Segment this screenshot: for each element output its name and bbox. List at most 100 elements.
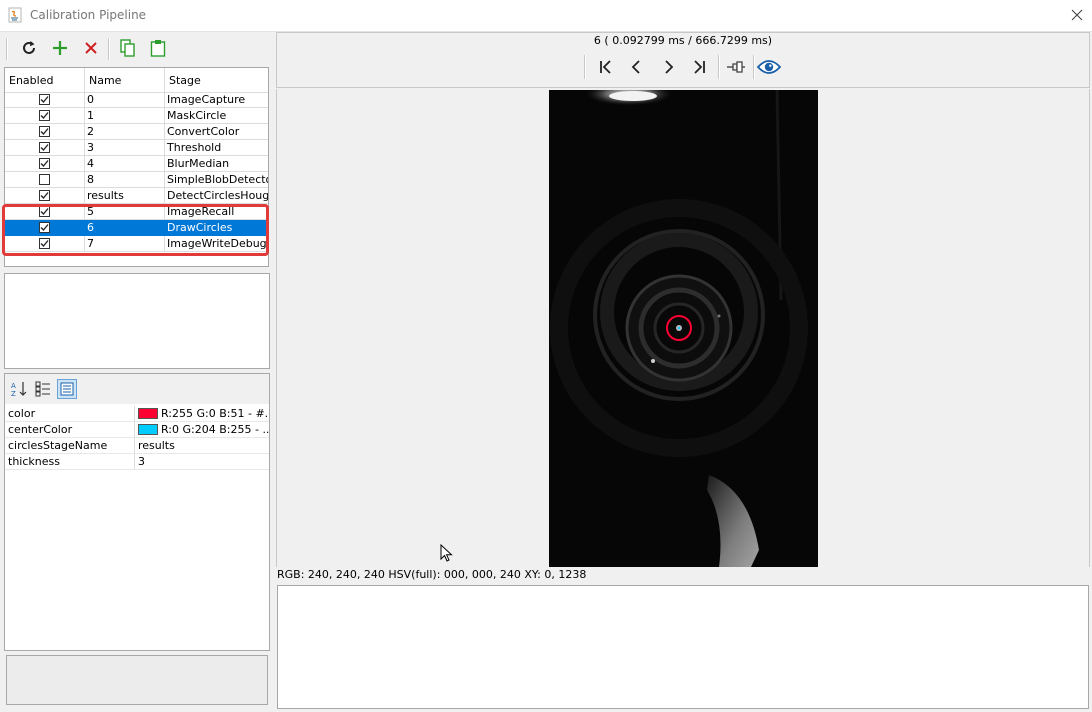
property-row[interactable]: circlesStageName results xyxy=(5,438,269,454)
skip-last-icon xyxy=(694,60,705,74)
title-bar: Calibration Pipeline xyxy=(0,0,1092,32)
sort-alphabetical-button[interactable]: A Z xyxy=(9,379,29,399)
table-row[interactable]: 1 MaskCircle xyxy=(5,108,268,124)
name-cell[interactable]: 2 xyxy=(85,124,165,140)
first-frame-button[interactable] xyxy=(594,55,618,79)
enabled-checkbox[interactable] xyxy=(39,174,50,185)
stage-output-image[interactable] xyxy=(549,90,818,567)
window-title: Calibration Pipeline xyxy=(30,8,147,22)
table-row[interactable]: 2 ConvertColor xyxy=(5,124,268,140)
mouse-cursor xyxy=(440,543,454,567)
stage-cell[interactable]: MaskCircle xyxy=(165,108,268,124)
property-pages-icon xyxy=(60,382,74,396)
stage-cell[interactable]: SimpleBlobDetector xyxy=(165,172,268,188)
svg-text:Z: Z xyxy=(11,390,16,398)
enabled-checkbox[interactable] xyxy=(39,158,50,169)
chevron-right-icon xyxy=(665,60,674,74)
toolbar-separator xyxy=(753,55,755,79)
name-cell[interactable]: results xyxy=(85,188,165,204)
property-value[interactable]: results xyxy=(135,438,269,454)
highlight-annotation xyxy=(2,204,269,256)
chevron-left-icon xyxy=(631,60,640,74)
table-row[interactable]: 4 BlurMedian xyxy=(5,156,268,172)
toolbar-grip xyxy=(584,55,586,79)
table-row[interactable]: 8 SimpleBlobDetector xyxy=(5,172,268,188)
table-row[interactable]: 3 Threshold xyxy=(5,140,268,156)
sort-az-icon: A Z xyxy=(11,382,27,398)
last-frame-button[interactable] xyxy=(687,55,711,79)
stage-description-panel xyxy=(4,273,270,369)
name-cell[interactable]: 3 xyxy=(85,140,165,156)
close-icon xyxy=(1071,9,1083,21)
add-stage-button[interactable] xyxy=(49,37,71,59)
java-app-icon xyxy=(8,7,22,23)
enabled-checkbox[interactable] xyxy=(39,110,50,121)
property-value-text: R:0 G:204 B:255 - ... xyxy=(161,423,269,436)
property-value[interactable]: R:0 G:204 B:255 - ... xyxy=(135,422,269,438)
close-window-button[interactable] xyxy=(1064,2,1090,28)
enabled-cell[interactable] xyxy=(5,172,85,188)
property-help-panel xyxy=(6,655,268,705)
enabled-cell[interactable] xyxy=(5,92,85,108)
stage-cell[interactable]: Threshold xyxy=(165,140,268,156)
enabled-cell[interactable] xyxy=(5,108,85,124)
properties-toolbar: A Z xyxy=(5,374,269,404)
remove-stage-button[interactable] xyxy=(80,37,102,59)
enabled-cell[interactable] xyxy=(5,124,85,140)
color-swatch[interactable] xyxy=(138,408,158,419)
table-row[interactable]: results DetectCirclesHough xyxy=(5,188,268,204)
enabled-checkbox[interactable] xyxy=(39,142,50,153)
category-list-icon xyxy=(35,381,50,397)
delete-x-icon xyxy=(85,42,97,54)
property-value[interactable]: R:255 G:0 B:51 - #... xyxy=(135,406,269,422)
property-row[interactable]: thickness 3 xyxy=(5,454,269,470)
pipeline-toolbar xyxy=(4,33,270,63)
toolbar-separator xyxy=(718,55,720,79)
column-header-name[interactable]: Name xyxy=(85,68,165,92)
frame-navigation-toolbar xyxy=(584,53,784,81)
svg-text:A: A xyxy=(11,382,16,390)
pin-button[interactable] xyxy=(724,55,748,79)
frame-timing-label: 6 ( 0.092799 ms / 666.7299 ms) xyxy=(593,34,773,47)
paste-button[interactable] xyxy=(147,37,169,59)
enabled-checkbox[interactable] xyxy=(39,94,50,105)
color-swatch[interactable] xyxy=(138,424,158,435)
enabled-cell[interactable] xyxy=(5,156,85,172)
enabled-checkbox[interactable] xyxy=(39,190,50,201)
check-icon xyxy=(40,192,49,199)
property-pages-button[interactable] xyxy=(57,379,77,399)
next-frame-button[interactable] xyxy=(656,55,680,79)
property-name: color xyxy=(5,406,135,422)
copy-button[interactable] xyxy=(117,37,139,59)
name-cell[interactable]: 4 xyxy=(85,156,165,172)
refresh-button[interactable] xyxy=(18,37,40,59)
property-value[interactable]: 3 xyxy=(135,454,269,470)
enabled-cell[interactable] xyxy=(5,188,85,204)
skip-first-icon xyxy=(600,60,611,74)
categorized-view-button[interactable] xyxy=(33,379,53,399)
stage-cell[interactable]: ConvertColor xyxy=(165,124,268,140)
check-icon xyxy=(40,96,49,103)
stage-cell[interactable]: DetectCirclesHough xyxy=(165,188,268,204)
properties-panel: A Z color R:255 G:0 B:51 - #... centerColo… xyxy=(4,373,270,651)
toggle-preview-button[interactable] xyxy=(756,55,782,79)
enabled-checkbox[interactable] xyxy=(39,126,50,137)
check-icon xyxy=(40,160,49,167)
name-cell[interactable]: 0 xyxy=(85,92,165,108)
name-cell[interactable]: 1 xyxy=(85,108,165,124)
property-row[interactable]: color R:255 G:0 B:51 - #... xyxy=(5,406,269,422)
table-row[interactable]: 0 ImageCapture xyxy=(5,92,268,108)
arrow-cursor-icon xyxy=(440,543,453,562)
stage-cell[interactable]: ImageCapture xyxy=(165,92,268,108)
lens-image xyxy=(549,90,818,567)
stage-cell[interactable]: BlurMedian xyxy=(165,156,268,172)
column-header-enabled[interactable]: Enabled xyxy=(5,68,85,92)
property-name: centerColor xyxy=(5,422,135,438)
property-row[interactable]: centerColor R:0 G:204 B:255 - ... xyxy=(5,422,269,438)
enabled-cell[interactable] xyxy=(5,140,85,156)
column-header-stage[interactable]: Stage xyxy=(165,68,268,92)
plus-icon xyxy=(53,41,67,55)
toolbar-separator xyxy=(108,38,110,60)
previous-frame-button[interactable] xyxy=(625,55,649,79)
name-cell[interactable]: 8 xyxy=(85,172,165,188)
